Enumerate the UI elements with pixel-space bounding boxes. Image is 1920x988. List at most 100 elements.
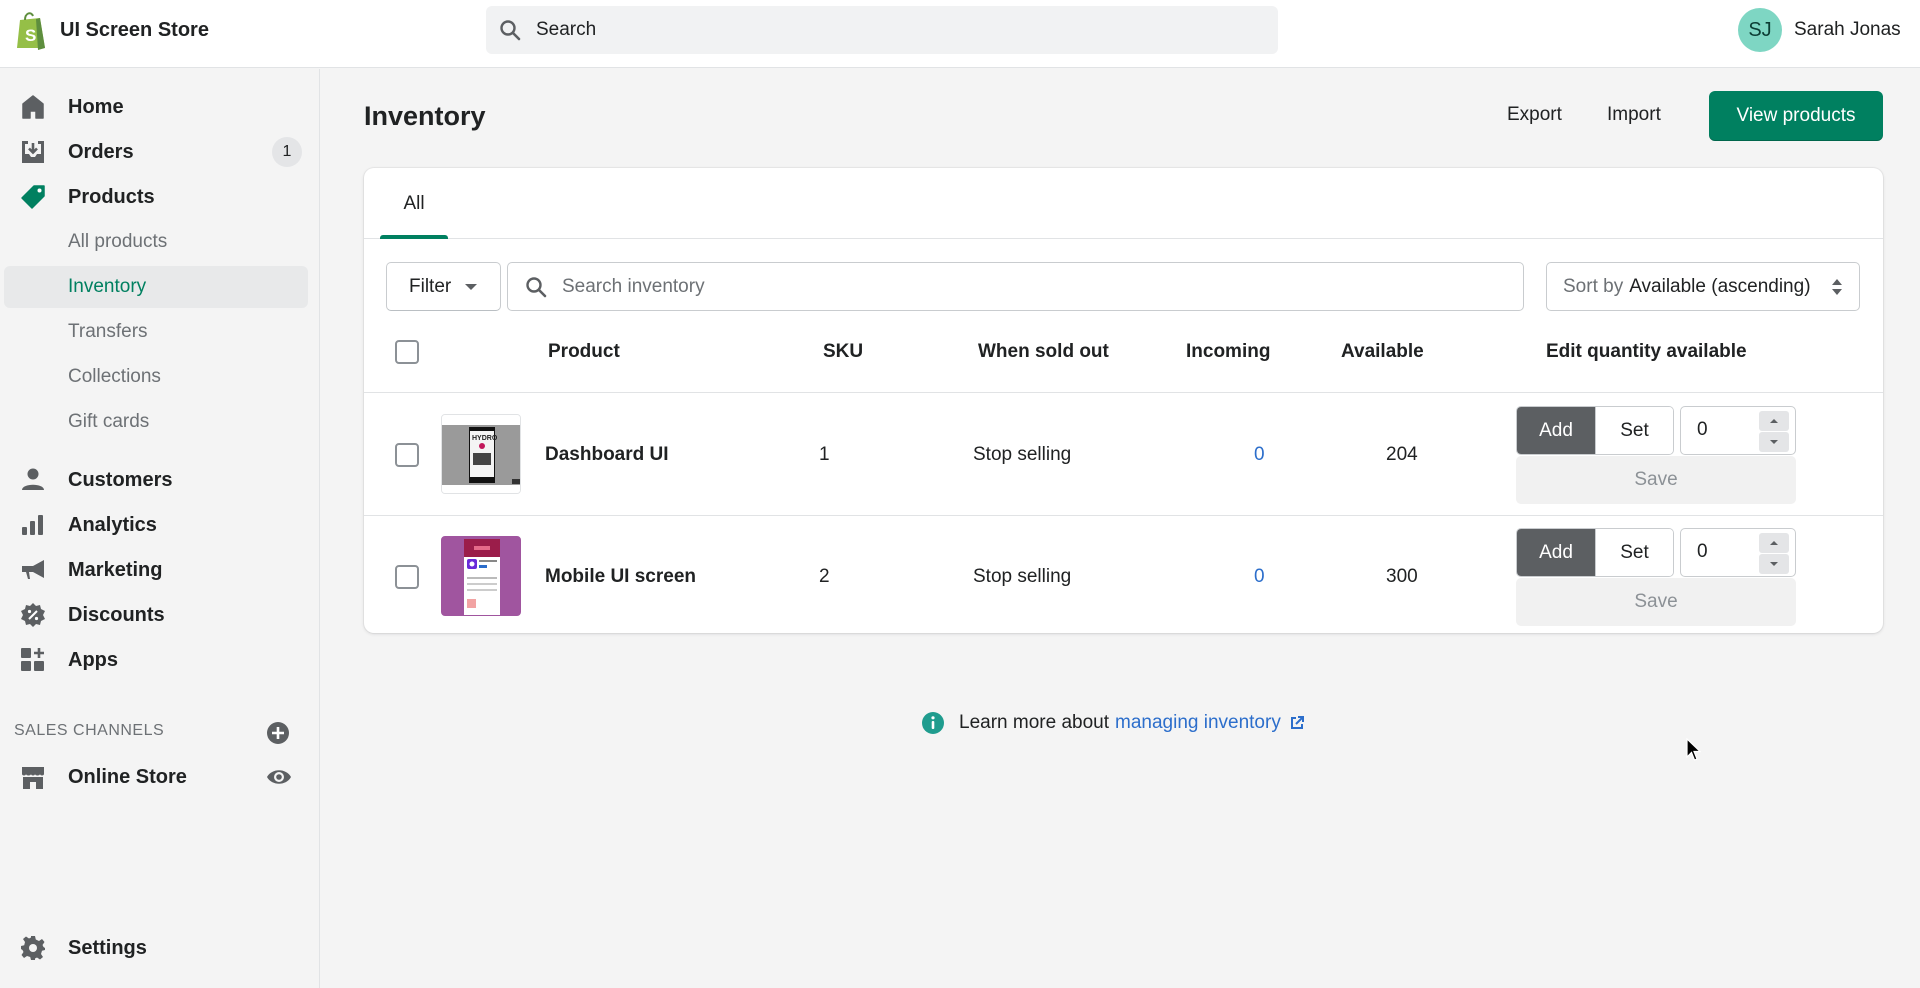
column-header-edit-quantity: Edit quantity available bbox=[1546, 341, 1747, 362]
tab-bar: All bbox=[364, 168, 1883, 239]
select-all-checkbox[interactable] bbox=[395, 340, 419, 364]
quantity-input[interactable] bbox=[1697, 419, 1757, 441]
column-header-available[interactable]: Available bbox=[1341, 311, 1424, 393]
set-mode-button[interactable]: Set bbox=[1595, 529, 1673, 576]
tag-icon bbox=[20, 184, 46, 210]
increment-button[interactable] bbox=[1759, 411, 1789, 431]
sidebar-item-label: Products bbox=[68, 185, 155, 208]
user-menu[interactable]: SJ Sarah Jonas bbox=[1738, 8, 1901, 52]
sidebar-item-label: Apps bbox=[68, 648, 118, 671]
row-checkbox[interactable] bbox=[395, 565, 419, 589]
view-products-button[interactable]: View products bbox=[1709, 91, 1883, 141]
sidebar-item-label: Marketing bbox=[68, 558, 163, 581]
inventory-search[interactable] bbox=[507, 262, 1524, 311]
sidebar-subitem-label: Inventory bbox=[68, 276, 147, 297]
bar-chart-icon bbox=[20, 512, 46, 538]
sort-label: Sort by bbox=[1563, 275, 1624, 297]
column-header-incoming: Incoming bbox=[1186, 341, 1271, 362]
external-link-icon[interactable] bbox=[1289, 715, 1305, 731]
save-button[interactable]: Save bbox=[1516, 578, 1796, 626]
sidebar-subitem-all-products[interactable]: All products bbox=[4, 221, 308, 263]
discount-icon bbox=[20, 602, 46, 628]
sidebar-subitem-label: Collections bbox=[68, 366, 161, 387]
caret-up-icon bbox=[1770, 419, 1778, 423]
product-thumbnail[interactable]: HYDRO bbox=[441, 414, 521, 494]
filter-button[interactable]: Filter bbox=[386, 262, 501, 311]
sidebar-subitem-transfers[interactable]: Transfers bbox=[4, 311, 308, 353]
save-button[interactable]: Save bbox=[1516, 456, 1796, 504]
sidebar-item-home[interactable]: Home bbox=[0, 87, 320, 127]
brand[interactable]: S UI Screen Store bbox=[14, 10, 209, 50]
product-name[interactable]: Dashboard UI bbox=[545, 394, 669, 516]
product-name[interactable]: Mobile UI screen bbox=[545, 516, 696, 633]
svg-text:HYDRO: HYDRO bbox=[472, 435, 498, 442]
add-mode-button[interactable]: Add bbox=[1517, 529, 1595, 576]
caret-down-icon bbox=[465, 283, 478, 290]
store-name: UI Screen Store bbox=[60, 18, 209, 41]
sidebar-item-label: Settings bbox=[68, 936, 147, 959]
quantity-input[interactable] bbox=[1697, 541, 1757, 563]
quantity-stepper[interactable] bbox=[1680, 528, 1796, 577]
sidebar: Home Orders 1 Products All products Inve… bbox=[0, 69, 320, 988]
when-sold-out-value: Stop selling bbox=[973, 566, 1072, 587]
quantity-stepper[interactable] bbox=[1680, 406, 1796, 455]
column-header-when-sold-out: When sold out bbox=[978, 341, 1109, 362]
column-header-product[interactable]: Product bbox=[548, 311, 620, 393]
tab-all[interactable]: All bbox=[380, 168, 448, 239]
managing-inventory-link[interactable]: managing inventory bbox=[1115, 712, 1281, 734]
import-button[interactable]: Import bbox=[1607, 91, 1661, 139]
inventory-card: All Filter Sort by Available (ascending)… bbox=[364, 168, 1883, 633]
global-search-input[interactable] bbox=[536, 19, 1236, 41]
sidebar-item-orders[interactable]: Orders 1 bbox=[0, 132, 320, 172]
product-thumbnail[interactable] bbox=[441, 536, 521, 616]
sidebar-item-label: Analytics bbox=[68, 513, 157, 536]
decrement-button[interactable] bbox=[1759, 554, 1789, 574]
when-sold-out-value: Stop selling bbox=[973, 444, 1072, 465]
sidebar-item-products[interactable]: Products bbox=[0, 177, 320, 217]
caret-down-icon bbox=[1770, 562, 1778, 566]
global-search[interactable] bbox=[486, 6, 1278, 54]
table-header: Product SKU When sold out Incoming Avail… bbox=[364, 311, 1883, 393]
export-button[interactable]: Export bbox=[1507, 91, 1562, 139]
sidebar-subitem-collections[interactable]: Collections bbox=[4, 356, 308, 398]
sidebar-subitem-inventory[interactable]: Inventory bbox=[4, 266, 308, 308]
filter-label: Filter bbox=[409, 275, 452, 297]
row-checkbox[interactable] bbox=[395, 443, 419, 467]
sidebar-item-customers[interactable]: Customers bbox=[0, 460, 320, 500]
available-value: 300 bbox=[1386, 566, 1418, 587]
help-footer: Learn more about managing inventory bbox=[921, 711, 1305, 735]
mobile-ui-screen-image bbox=[442, 537, 520, 615]
increment-button[interactable] bbox=[1759, 533, 1789, 553]
info-icon bbox=[922, 712, 944, 734]
sidebar-subitem-label: Transfers bbox=[68, 321, 148, 342]
sidebar-item-online-store[interactable]: Online Store bbox=[0, 757, 320, 797]
top-bar: S UI Screen Store SJ Sarah Jonas bbox=[0, 0, 1920, 68]
sku-value: 1 bbox=[819, 444, 830, 465]
decrement-button[interactable] bbox=[1759, 432, 1789, 452]
select-arrows-icon bbox=[1832, 279, 1842, 295]
sidebar-item-label: Home bbox=[68, 95, 124, 118]
sidebar-subitem-gift-cards[interactable]: Gift cards bbox=[4, 401, 308, 443]
sort-select[interactable]: Sort by Available (ascending) bbox=[1546, 262, 1860, 311]
add-sales-channel-icon[interactable] bbox=[266, 721, 290, 745]
avatar: SJ bbox=[1738, 8, 1782, 52]
incoming-link[interactable]: 0 bbox=[1254, 394, 1265, 516]
add-mode-button[interactable]: Add bbox=[1517, 407, 1595, 454]
sidebar-item-apps[interactable]: Apps bbox=[0, 640, 320, 680]
sidebar-item-marketing[interactable]: Marketing bbox=[0, 550, 320, 590]
table-row: Mobile UI screen 2 Stop selling 0 300 Ad… bbox=[364, 516, 1883, 633]
search-icon bbox=[526, 276, 547, 297]
set-mode-button[interactable]: Set bbox=[1595, 407, 1673, 454]
eye-icon[interactable] bbox=[266, 767, 292, 787]
sidebar-item-discounts[interactable]: Discounts bbox=[0, 595, 320, 635]
apps-icon bbox=[20, 647, 46, 673]
incoming-link[interactable]: 0 bbox=[1254, 516, 1265, 633]
sidebar-item-analytics[interactable]: Analytics bbox=[0, 505, 320, 545]
sidebar-subitem-label: All products bbox=[68, 231, 168, 252]
mouse-cursor-icon bbox=[1686, 738, 1702, 761]
megaphone-icon bbox=[20, 557, 46, 583]
dashboard-ui-image: HYDRO bbox=[442, 415, 520, 493]
inventory-search-input[interactable] bbox=[562, 275, 1502, 298]
sidebar-item-settings[interactable]: Settings bbox=[0, 928, 320, 968]
caret-down-icon bbox=[1770, 440, 1778, 444]
